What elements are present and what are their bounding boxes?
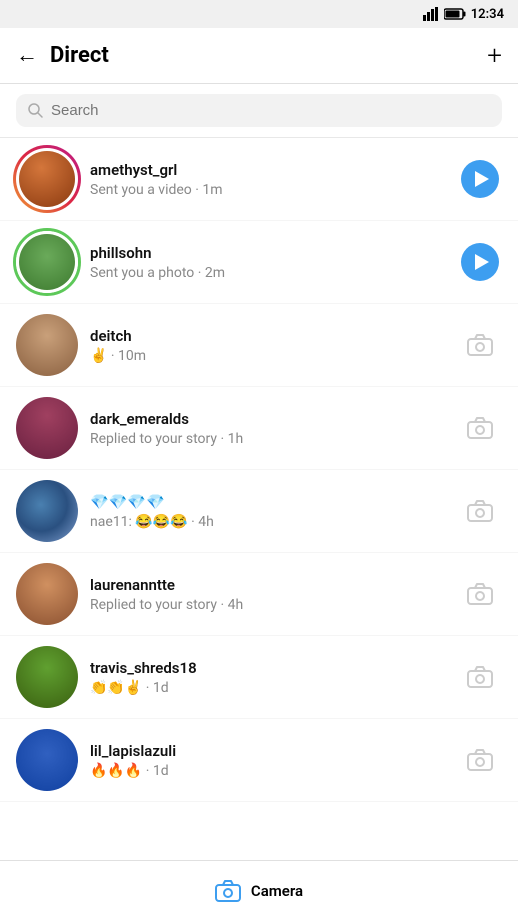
bottom-bar[interactable]: Camera [0,860,518,920]
signal-icon [423,7,439,21]
camera-button[interactable] [458,738,502,782]
list-item[interactable]: dark_emeralds Replied to your story · 1h [0,387,518,470]
user-info: 💎💎💎💎 nae11: 😂😂😂 · 4h [90,493,458,530]
list-item[interactable]: deitch ✌️ · 10m [0,304,518,387]
username: 💎💎💎💎 [90,493,458,511]
message-preview: Sent you a video · 1m [90,182,458,198]
message-preview: 👏👏✌️ · 1d [90,680,458,696]
message-preview: Sent you a photo · 2m [90,265,458,281]
avatar [16,729,78,791]
battery-icon [444,8,466,20]
user-info: laurenanntte Replied to your story · 4h [90,576,458,613]
camera-button[interactable] [458,323,502,367]
avatar [16,148,78,210]
new-message-button[interactable]: + [487,43,502,69]
message-preview: nae11: 😂😂😂 · 4h [90,514,458,530]
list-item[interactable]: phillsohn Sent you a photo · 2m [0,221,518,304]
user-info: phillsohn Sent you a photo · 2m [90,244,458,281]
camera-label[interactable]: Camera [251,882,303,900]
user-info: amethyst_grl Sent you a video · 1m [90,161,458,198]
status-bar: 12:34 [0,0,518,28]
avatar [16,480,78,542]
status-time: 12:34 [471,7,504,22]
user-info: lil_lapislazuli 🔥🔥🔥 · 1d [90,742,458,779]
message-preview: 🔥🔥🔥 · 1d [90,763,458,779]
message-list: amethyst_grl Sent you a video · 1m phill… [0,138,518,802]
list-item[interactable]: amethyst_grl Sent you a video · 1m [0,138,518,221]
username: deitch [90,327,458,345]
list-item[interactable]: 💎💎💎💎 nae11: 😂😂😂 · 4h [0,470,518,553]
camera-button[interactable] [458,406,502,450]
list-item[interactable]: laurenanntte Replied to your story · 4h [0,553,518,636]
back-button[interactable]: ← [16,45,38,67]
username: dark_emeralds [90,410,458,428]
camera-button[interactable] [458,489,502,533]
avatar [16,314,78,376]
search-input[interactable] [51,102,490,119]
camera-bottom-icon [215,880,241,902]
status-icons: 12:34 [423,7,504,22]
avatar [16,231,78,293]
search-icon [28,103,43,118]
play-button[interactable] [458,240,502,284]
user-info: deitch ✌️ · 10m [90,327,458,364]
avatar [16,397,78,459]
page-title: Direct [50,43,487,68]
camera-button[interactable] [458,572,502,616]
search-input-wrap[interactable] [16,94,502,127]
message-preview: Replied to your story · 1h [90,431,458,447]
search-bar [0,84,518,138]
message-preview: Replied to your story · 4h [90,597,458,613]
header: ← Direct + [0,28,518,84]
play-button[interactable] [458,157,502,201]
user-info: dark_emeralds Replied to your story · 1h [90,410,458,447]
camera-button[interactable] [458,655,502,699]
list-item[interactable]: lil_lapislazuli 🔥🔥🔥 · 1d [0,719,518,802]
username: amethyst_grl [90,161,458,179]
avatar [16,646,78,708]
username: phillsohn [90,244,458,262]
message-preview: ✌️ · 10m [90,348,458,364]
list-item[interactable]: travis_shreds18 👏👏✌️ · 1d [0,636,518,719]
username: lil_lapislazuli [90,742,458,760]
avatar [16,563,78,625]
username: laurenanntte [90,576,458,594]
username: travis_shreds18 [90,659,458,677]
user-info: travis_shreds18 👏👏✌️ · 1d [90,659,458,696]
